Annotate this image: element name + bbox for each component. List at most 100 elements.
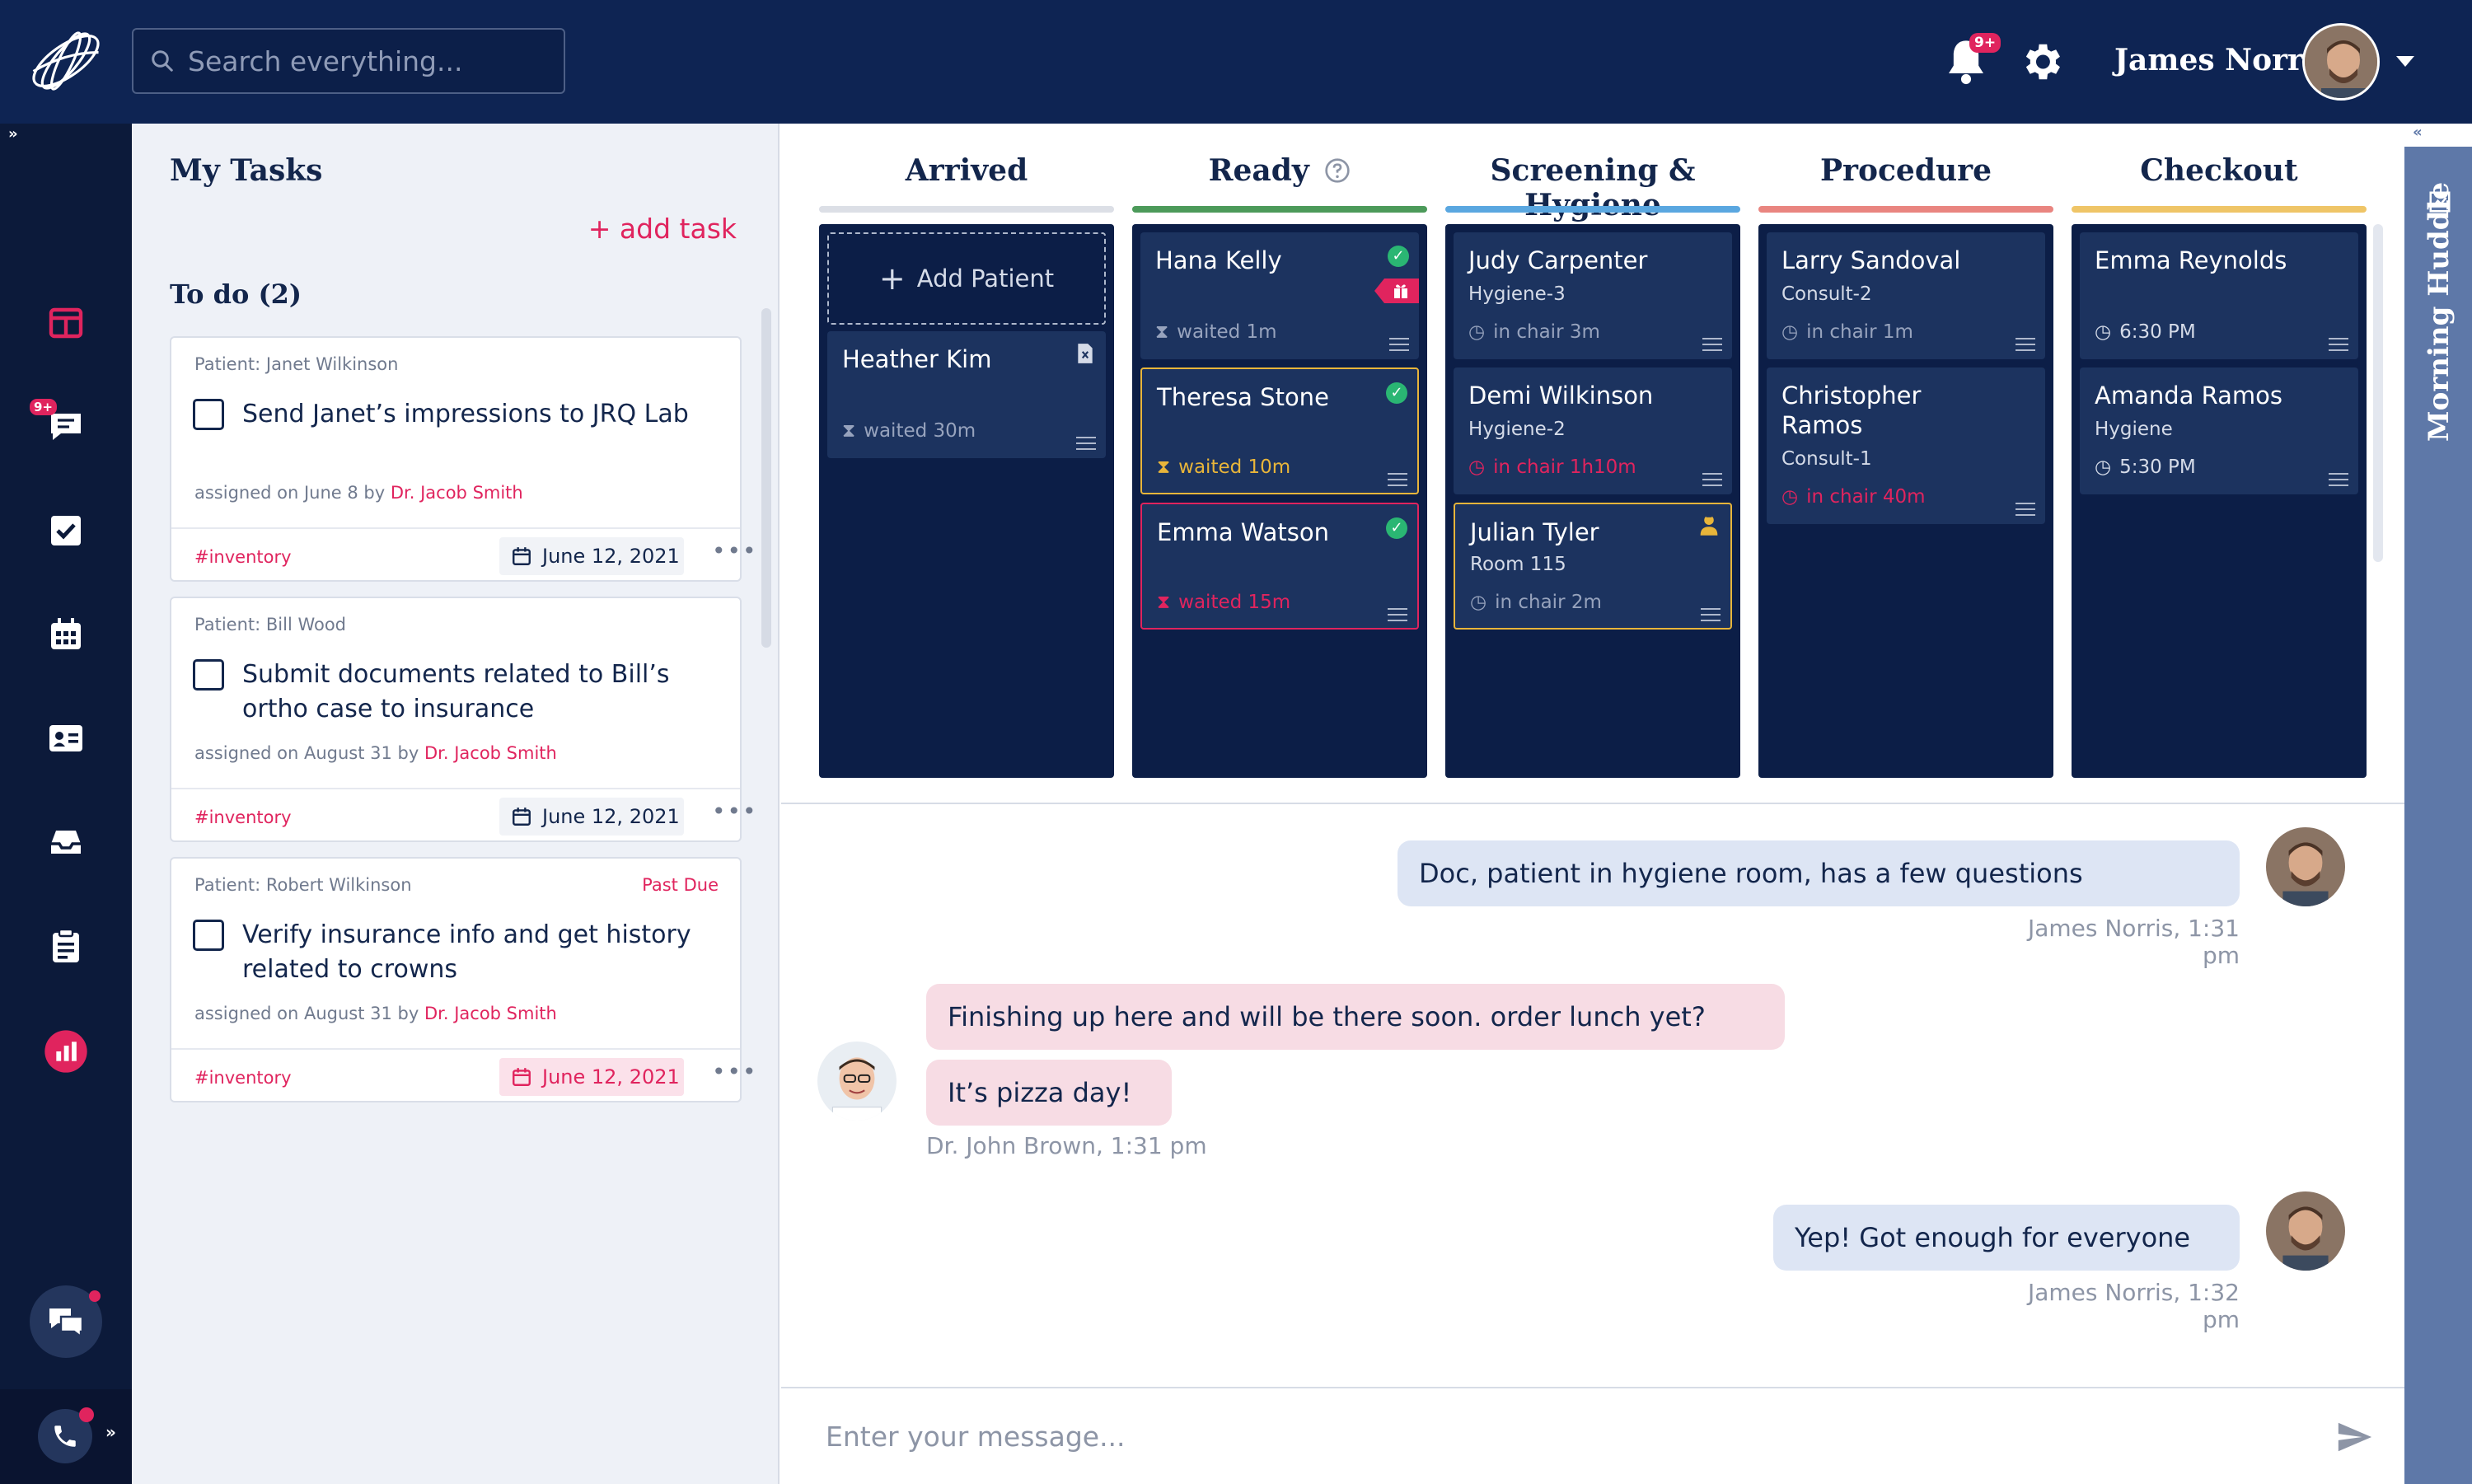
message-composer	[781, 1387, 2404, 1484]
card-menu-icon[interactable]	[2016, 503, 2035, 516]
notification-badge: 9+	[1969, 33, 2001, 53]
phone-bar: »	[0, 1389, 132, 1484]
inbox-icon[interactable]	[46, 822, 86, 862]
column-bar-screening	[1445, 206, 1740, 213]
task-card[interactable]: Patient: Janet Wilkinson Send Janet’s im…	[170, 336, 756, 582]
tasks-scrollbar[interactable]	[761, 308, 771, 648]
tasks-title: My Tasks	[170, 153, 323, 188]
clipboard-icon[interactable]	[46, 926, 86, 966]
card-menu-icon[interactable]	[1388, 608, 1407, 621]
task-tag[interactable]: #inventory	[194, 808, 292, 827]
message-meta: James Norris, 1:31 pm	[2027, 915, 2240, 969]
patient-name: Emma Watson	[1157, 518, 1330, 546]
task-more-icon[interactable]: •••	[712, 798, 758, 825]
patient-card[interactable]: Larry Sandoval Consult-2 ◷ in chair 1m	[1767, 232, 2045, 359]
column-procedure: Larry Sandoval Consult-2 ◷ in chair 1m Ch…	[1758, 224, 2053, 778]
patient-card[interactable]: Theresa Stone ✓ ⧗ waited 10m	[1140, 367, 1419, 494]
card-menu-icon[interactable]	[1076, 437, 1096, 450]
patient-card[interactable]: Hana Kelly ✓ ⧗ waited 1m	[1140, 232, 1419, 359]
missed-call-dot	[79, 1407, 94, 1422]
patient-card[interactable]: Emma Reynolds ◷ 6:30 PM	[2080, 232, 2358, 359]
board-scrollbar[interactable]	[2373, 224, 2383, 562]
assigned-doctor-link[interactable]: Dr. Jacob Smith	[424, 1004, 557, 1023]
patient-card[interactable]: Emma Watson ✓ ⧗ waited 15m	[1140, 503, 1419, 630]
task-tag[interactable]: #inventory	[194, 547, 292, 567]
calendar-icon	[513, 547, 531, 565]
clock-icon: ◷	[1781, 321, 1799, 343]
card-divider	[171, 788, 740, 789]
send-icon[interactable]	[2335, 1418, 2373, 1456]
task-more-icon[interactable]: •••	[712, 1058, 758, 1085]
task-checkbox[interactable]	[193, 399, 224, 430]
help-icon[interactable]	[1324, 157, 1351, 184]
message-input[interactable]	[824, 1413, 2225, 1459]
analytics-icon[interactable]	[43, 1028, 89, 1074]
expand-phone-icon[interactable]: »	[105, 1422, 116, 1442]
patient-card[interactable]: Christopher Ramos Consult-1 ◷ in chair 40…	[1767, 367, 2045, 524]
card-menu-icon[interactable]	[1388, 473, 1407, 486]
column-checkout: Emma Reynolds ◷ 6:30 PM Amanda Ramos Hygi…	[2072, 224, 2367, 778]
patient-chair-status: ◷ in chair 1m	[1781, 321, 1913, 343]
user-menu-chevron-down-icon[interactable]	[2396, 56, 2414, 67]
message-meta: Dr. John Brown, 1:31 pm	[926, 1132, 1207, 1159]
card-menu-icon[interactable]	[2329, 473, 2348, 486]
dashboard-icon[interactable]	[46, 303, 86, 343]
assigned-doctor-link[interactable]: Dr. Jacob Smith	[391, 483, 523, 503]
task-tag[interactable]: #inventory	[194, 1068, 292, 1088]
search-input[interactable]	[186, 44, 549, 78]
task-due-date[interactable]: June 12, 2021	[499, 798, 684, 836]
add-patient-button[interactable]: + Add Patient	[827, 232, 1106, 325]
card-menu-icon[interactable]	[2329, 338, 2348, 351]
patient-card[interactable]: Demi Wilkinson Hygiene-2 ◷ in chair 1h10m	[1454, 367, 1732, 494]
user-avatar[interactable]	[2302, 23, 2380, 101]
task-card[interactable]: Patient: Bill Wood Submit documents rela…	[170, 597, 756, 842]
card-menu-icon[interactable]	[1701, 608, 1721, 621]
patient-card[interactable]: Heather Kim ⧗ waited 30m	[827, 331, 1106, 458]
app-logo-icon[interactable]	[23, 18, 109, 104]
task-checkbox[interactable]	[193, 920, 224, 951]
phone-button[interactable]	[38, 1407, 94, 1463]
calendar-icon	[513, 808, 531, 826]
clock-icon: ◷	[1468, 456, 1486, 478]
user-name[interactable]: James Norris	[2114, 43, 2331, 77]
task-more-icon[interactable]: •••	[712, 537, 758, 564]
top-bar: 9+ James Norris	[0, 0, 2472, 124]
task-due-date[interactable]: June 12, 2021	[499, 1058, 684, 1096]
assigned-doctor-link[interactable]: Dr. Jacob Smith	[424, 743, 557, 763]
task-checkbox[interactable]	[193, 659, 224, 691]
card-menu-icon[interactable]	[1702, 473, 1722, 486]
doctor-avatar	[817, 1042, 897, 1121]
document-icon[interactable]	[1076, 343, 1094, 364]
chat-launcher-button[interactable]	[30, 1285, 102, 1358]
card-menu-icon[interactable]	[1702, 338, 1722, 351]
tasks-check-icon[interactable]	[46, 511, 86, 550]
morning-huddle-rail[interactable]: « Morning Huddle	[2404, 124, 2472, 1484]
patient-wait-status: ⧗ waited 15m	[1157, 592, 1291, 613]
clock-icon: ◷	[1468, 321, 1486, 343]
task-assigned: assigned on June 8 by Dr. Jacob Smith	[194, 483, 523, 503]
clock-icon: ◷	[2095, 321, 2112, 343]
column-screening: Judy Carpenter Hygiene-3 ◷ in chair 3m De…	[1445, 224, 1740, 778]
calendar-icon[interactable]	[46, 615, 86, 654]
expand-nav-icon[interactable]: »	[8, 125, 18, 143]
card-menu-icon[interactable]	[1389, 338, 1409, 351]
task-card[interactable]: Patient: Robert Wilkinson Past Due Verif…	[170, 857, 756, 1102]
task-assigned: assigned on August 31 by Dr. Jacob Smith	[194, 1004, 557, 1023]
patient-card-icon[interactable]	[46, 719, 86, 758]
patient-card[interactable]: Julian Tyler Room 115 ◷ in chair 2m	[1454, 503, 1732, 630]
card-menu-icon[interactable]	[2016, 338, 2035, 351]
collapse-rail-icon[interactable]: «	[2413, 124, 2423, 141]
search-box[interactable]	[132, 28, 565, 94]
patient-card[interactable]: Judy Carpenter Hygiene-3 ◷ in chair 3m	[1454, 232, 1732, 359]
patient-card[interactable]: Amanda Ramos Hygiene ◷ 5:30 PM	[2080, 367, 2358, 494]
patient-wait-status: ⧗ waited 1m	[1155, 321, 1277, 343]
patient-flow-board: Arrived Ready Screening & Hygiene Proced…	[781, 124, 2404, 804]
add-task-link[interactable]: + add task	[588, 213, 737, 245]
task-assigned: assigned on August 31 by Dr. Jacob Smith	[194, 743, 557, 763]
task-due-date[interactable]: June 12, 2021	[499, 537, 684, 575]
patient-name: Hana Kelly	[1155, 246, 1282, 274]
column-header-arrived: Arrived	[905, 153, 1028, 188]
settings-gear-icon[interactable]	[2017, 38, 2065, 86]
column-header-procedure: Procedure	[1819, 153, 1992, 188]
message-meta: James Norris, 1:32 pm	[2027, 1279, 2240, 1333]
